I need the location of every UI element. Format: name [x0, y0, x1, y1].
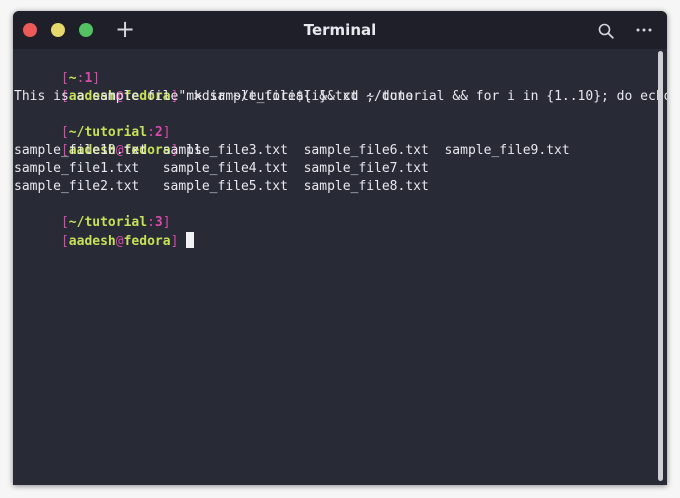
ls-output-line: sample_file10.txt sample_file3.txt sampl…	[14, 143, 570, 158]
search-icon[interactable]	[598, 23, 614, 39]
title-bar: + Terminal	[13, 11, 667, 49]
prompt-host: fedora	[123, 234, 171, 249]
ellipsis-icon[interactable]	[635, 21, 653, 39]
vertical-scrollbar[interactable]	[658, 51, 663, 481]
command-line-1: [aadesh@fedora] mkdir ~/tutorial && cd ~…	[14, 70, 667, 104]
terminal-window: + Terminal [~:1] [aadesh@fedora] mkdir ~…	[13, 11, 667, 485]
ls-output-line: sample_file2.txt sample_file5.txt sample…	[14, 179, 429, 194]
ls-output-line: sample_file1.txt sample_file4.txt sample…	[14, 161, 429, 176]
command-wrap-line: This is a sample file" > sample_file${i}…	[14, 89, 414, 104]
prompt-line-1: [~:1]	[60, 71, 101, 86]
terminal-output[interactable]: [~:1] [aadesh@fedora] mkdir ~/tutorial &…	[13, 49, 667, 485]
prompt-user: aadesh	[68, 234, 116, 249]
prompt-line-2: [~/tutorial:2]	[60, 125, 171, 140]
window-title: Terminal	[303, 21, 377, 39]
prompt-line-3: [~/tutorial:3]	[60, 215, 171, 230]
text-cursor	[186, 232, 195, 248]
command-line-3: [aadesh@fedora]	[14, 214, 195, 249]
command-line-2: [aadesh@fedora] ls	[60, 143, 202, 158]
